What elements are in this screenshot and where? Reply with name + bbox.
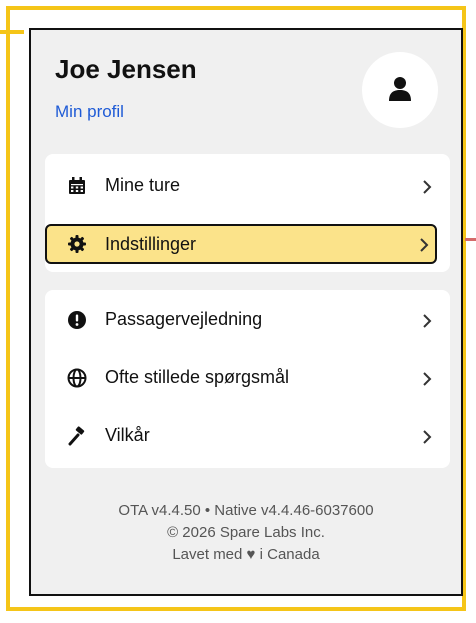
chevron-right-icon [420,238,429,252]
avatar[interactable] [362,52,438,128]
made-in-prefix: Lavet med [172,546,243,563]
my-profile-link[interactable]: Min profil [55,102,124,122]
made-in-suffix: i Canada [259,546,320,563]
annotation-connector [465,238,476,241]
menu-item-indstillinger[interactable]: Indstillinger [45,224,437,264]
menu-card-primary: Mine ture Indstillinger [45,154,450,272]
menu-item-label: Ofte stillede spørgsmål [105,367,290,387]
exclamation-circle-icon [68,311,86,329]
globe-icon [67,368,87,388]
menu-item-mine-ture[interactable]: Mine ture [45,158,450,214]
app-footer: OTA v4.4.50 • Native v4.4.46-6037600 © 2… [31,500,461,566]
heart-icon: ♥ [246,546,256,563]
chevron-right-icon [423,372,432,386]
person-icon [389,77,411,101]
menu-item-label: Passagervejledning [105,309,263,329]
calendar-icon [69,177,85,194]
made-in-text: Lavet med ♥ i Canada [31,544,461,566]
chevron-right-icon [423,430,432,444]
gavel-icon [68,426,85,446]
user-name: Joe Jensen [55,54,197,84]
menu-card-secondary: Passagervejledning Ofte stillede spørgsm… [45,290,450,468]
gear-icon [68,235,86,253]
copyright-text: © 2026 Spare Labs Inc. [167,524,325,541]
menu-item-faq[interactable]: Ofte stillede spørgsmål [45,350,450,406]
chevron-right-icon [423,180,432,194]
profile-header: Joe Jensen Min profil [31,30,461,150]
menu-item-label: Vilkår [105,425,150,445]
menu-item-label: Indstillinger [105,234,197,254]
version-text: OTA v4.4.50 • Native v4.4.46-6037600 [118,502,374,519]
side-drawer: Joe Jensen Min profil Mine ture Indstill… [29,28,463,596]
menu-item-label: Mine ture [105,175,181,195]
chevron-right-icon [423,314,432,328]
annotation-tick [0,30,24,34]
menu-item-passagervejledning[interactable]: Passagervejledning [45,292,450,348]
menu-item-vilkar[interactable]: Vilkår [45,408,450,464]
